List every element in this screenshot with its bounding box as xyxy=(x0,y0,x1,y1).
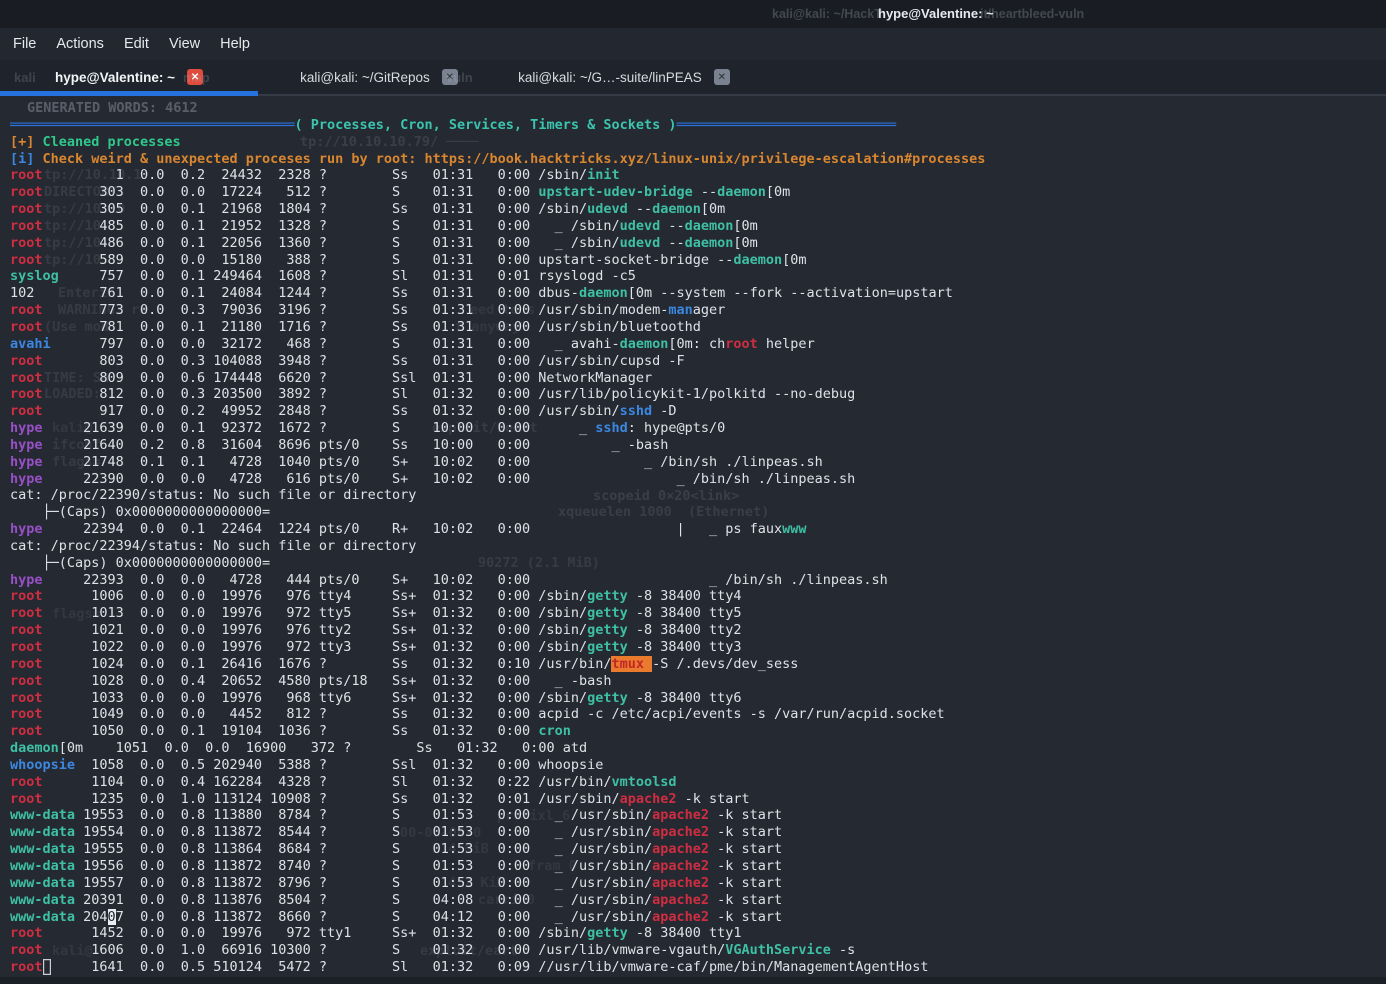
ghost-text: 90272 (2.1 MiB) xyxy=(478,555,600,571)
ghost-text: map xyxy=(183,70,210,85)
terminal-line: [i] Check weird & unexpected proceses ru… xyxy=(10,151,985,168)
terminal-line: root 1013 0.0 0.0 19976 972 tty5 Ss+ 01:… xyxy=(10,605,985,622)
terminal-line: root 1021 0.0 0.0 19976 976 tty2 Ss+ 01:… xyxy=(10,622,985,639)
ghost-text: kali@ xyxy=(52,420,93,436)
ghost-text: kali@kali: ~/HackT xyxy=(772,7,882,21)
menu-item-edit[interactable]: Edit xyxy=(124,36,149,52)
menu-item-file[interactable]: File xyxy=(13,36,36,52)
ghost-text: kali xyxy=(14,70,36,85)
terminal-line: hype 22393 0.0 0.0 4728 444 pts/0 S+ 10:… xyxy=(10,572,985,589)
terminal-line: hype 21640 0.2 0.8 31604 8696 pts/0 Ss 1… xyxy=(10,437,985,454)
terminal-line: avahi 797 0.0 0.0 32172 468 ? S 01:31 0:… xyxy=(10,336,985,353)
tab-label: hype@Valentine: ~ xyxy=(55,70,175,85)
menu-item-view[interactable]: View xyxy=(169,36,200,52)
ghost-text: 00-00-00-0 xyxy=(400,825,481,841)
ghost-text: 4.2 KiB xyxy=(448,875,505,891)
terminal-line: root 303 0.0 0.0 17224 512 ? S 01:31 0:0… xyxy=(10,184,985,201)
tab-1[interactable]: hype@Valentine: ~✕ xyxy=(0,60,258,94)
terminal-line: hype 22390 0.0 0.0 4728 616 pts/0 S+ 10:… xyxy=(10,471,985,488)
ghost-text: kali@ xyxy=(52,943,93,959)
terminal-line: hype 21748 0.1 0.1 4728 1040 pts/0 S+ 10… xyxy=(10,454,985,471)
terminal-line: whoopsie 1058 0.0 0.5 202940 5388 ? Ssl … xyxy=(10,757,985,774)
tab-3[interactable]: kali@kali: ~/G…-suite/linPEAS ✕ xyxy=(500,60,748,94)
terminal-line: root 589 0.0 0.0 15180 388 ? S 01:31 0:0… xyxy=(10,252,985,269)
terminal-output[interactable]: ═══════════════════════════════════( Pro… xyxy=(0,96,1386,977)
ghost-text: fram 0 xyxy=(528,858,577,874)
terminal-line: root 1024 0.0 0.1 26416 1676 ? Ss 01:32 … xyxy=(10,656,985,673)
ghost-text: tp://10.10 xyxy=(44,201,125,217)
tab-bar: hype@Valentine: ~✕ kali@kali: ~/GitRepos ✕… xyxy=(0,60,1386,96)
terminal-line: www-data 19556 0.0 0.8 113872 8740 ? S 0… xyxy=(10,858,985,875)
ghost-text: GENERATED WORDS: 4612 xyxy=(27,100,198,116)
terminal-line: root 1006 0.0 0.0 19976 976 tty4 Ss+ 01:… xyxy=(10,588,985,605)
close-icon[interactable]: ✕ xyxy=(714,69,730,85)
ghost-text: carri 0 xyxy=(478,892,535,908)
menu-item-actions[interactable]: Actions xyxy=(56,36,104,52)
terminal-line: root 917 0.0 0.2 49952 2848 ? Ss 01:32 0… xyxy=(10,403,985,420)
terminal-line: www-data 19555 0.0 0.8 113864 8684 ? S 0… xyxy=(10,841,985,858)
terminal-line: root 485 0.0 0.1 21952 1328 ? S 01:31 0:… xyxy=(10,218,985,235)
ghost-text: scopeid 0×20<link> xyxy=(593,488,739,504)
title-bar[interactable]: hype@Valentine: ~ kali@kali: ~/HackT it/h… xyxy=(0,0,1386,28)
terminal-line: [+] Cleaned processes xyxy=(10,134,985,151)
ghost-text: t anyway xyxy=(455,319,520,335)
ghost-text: xqueuelen 1000 (Ethernet) xyxy=(558,504,769,520)
bottom-strip xyxy=(0,977,1386,984)
terminal-line: root 1641 0.0 0.5 510124 5472 ? Sl 01:32… xyxy=(10,959,985,976)
ghost-text: ifconf xyxy=(52,437,101,453)
ghost-text: prefixl 6 xyxy=(497,808,570,824)
ghost-text: Enterin xyxy=(58,285,115,301)
ghost-text: flags= xyxy=(52,606,101,622)
terminal-window: hype@Valentine: ~ kali@kali: ~/HackT it/h… xyxy=(0,0,1386,984)
terminal-line: ├─(Caps) 0x0000000000000000= xyxy=(10,504,985,521)
terminal-line: syslog 757 0.0 0.1 249464 1608 ? Sl 01:3… xyxy=(10,268,985,285)
terminal-lines: ═══════════════════════════════════( Pro… xyxy=(10,100,985,976)
ghost-text: tp://10. xyxy=(44,235,109,251)
terminal-line: hype 22394 0.0 0.1 22464 1224 pts/0 R+ 1… xyxy=(10,521,985,538)
terminal-line: ═══════════════════════════════════( Pro… xyxy=(10,117,985,134)
terminal-line: root 1028 0.0 0.4 20652 4580 pts/18 Ss+ … xyxy=(10,673,985,690)
ghost-text: flags= xyxy=(52,454,101,470)
terminal-line: 102 761 0.0 0.1 24084 1244 ? Ss 01:31 0:… xyxy=(10,285,985,302)
terminal-line: root 812 0.0 0.3 203500 3892 ? Sl 01:32 … xyxy=(10,386,985,403)
ghost-text: tp://10.10.1 xyxy=(44,167,142,183)
ghost-text: exploit/heart xyxy=(432,420,538,436)
ghost-text: DIRECTORY: xyxy=(44,184,125,200)
ghost-text: exploit/eart xyxy=(420,943,518,959)
terminal-line: www-data 20407 0.0 0.8 113872 8660 ? S 0… xyxy=(10,909,985,926)
terminal-line: root 1050 0.0 0.1 19104 1036 ? Ss 01:32 … xyxy=(10,723,985,740)
ghost-text: tp://10. xyxy=(44,252,109,268)
ghost-text: tp://10.10.10.79/ ──── xyxy=(300,134,479,150)
terminal-line: root 809 0.0 0.6 174448 6620 ? Ssl 01:31… xyxy=(10,370,985,387)
terminal-line: root 1 0.0 0.2 24432 2328 ? Ss 01:31 0:0… xyxy=(10,167,985,184)
terminal-line: root 1049 0.0 0.0 4452 812 ? Ss 01:32 0:… xyxy=(10,706,985,723)
ghost-text: (Use mod xyxy=(44,319,109,335)
terminal-line: cat: /proc/22394/status: No such file or… xyxy=(10,538,985,555)
terminal-line: root 1033 0.0 0.0 19976 968 tty6 Ss+ 01:… xyxy=(10,690,985,707)
ghost-text: tp://10. xyxy=(44,218,109,234)
terminal-line: root 1022 0.0 0.0 19976 972 tty3 Ss+ 01:… xyxy=(10,639,985,656)
terminal-line: root 305 0.0 0.1 21968 1804 ? Ss 01:31 0… xyxy=(10,201,985,218)
ghost-text: TIME: Sa xyxy=(44,370,109,386)
window-title: hype@Valentine: ~ xyxy=(878,6,994,21)
terminal-line: root 1452 0.0 0.0 19976 972 tty1 Ss+ 01:… xyxy=(10,925,985,942)
terminal-line: root 1104 0.0 0.4 162284 4328 ? Sl 01:32… xyxy=(10,774,985,791)
ghost-text: WARNING: re xyxy=(58,302,147,318)
terminal-line: root 803 0.0 0.3 104088 3948 ? Ss 01:31 … xyxy=(10,353,985,370)
ghost-text: eed to s xyxy=(470,302,535,318)
terminal-line: root 1235 0.0 1.0 113124 10908 ? Ss 01:3… xyxy=(10,791,985,808)
terminal-line: root 486 0.0 0.1 22056 1360 ? S 01:31 0:… xyxy=(10,235,985,252)
tab-label: kali@kali: ~/GitRepos xyxy=(300,70,430,85)
ghost-text: 2.4 MiB xyxy=(432,841,489,857)
ghost-text: LOADED: xyxy=(44,386,101,402)
terminal-line: daemon[0m 1051 0.0 0.0 16900 372 ? Ss 01… xyxy=(10,740,985,757)
menu-item-help[interactable]: Help xyxy=(220,36,250,52)
ghost-text: vuln xyxy=(446,70,473,85)
menu-bar: File Actions Edit View Help xyxy=(0,28,1386,60)
tab-label: kali@kali: ~/G…-suite/linPEAS xyxy=(518,70,702,85)
ghost-text: it/heartbleed-vuln xyxy=(980,7,1084,21)
terminal-line: www-data 19554 0.0 0.8 113872 8544 ? S 0… xyxy=(10,824,985,841)
terminal-line: cat: /proc/22390/status: No such file or… xyxy=(10,487,985,504)
